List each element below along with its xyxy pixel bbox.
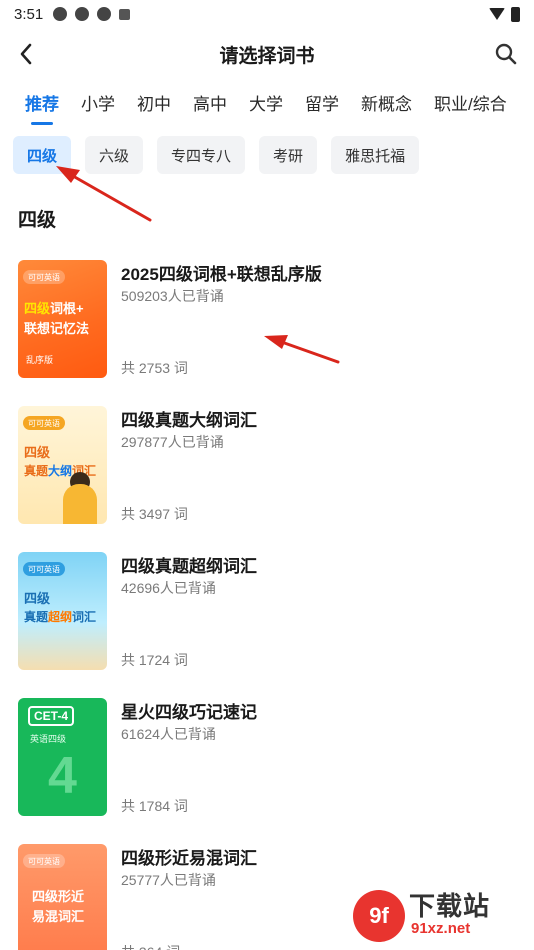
list-item[interactable]: 可可英语 四级 真题大纲词汇 四级真题大纲词汇 297877人已背诵 共 349… — [0, 404, 534, 550]
section-title: 四级 — [18, 210, 57, 231]
book-word-count: 共 1724 词 — [121, 652, 188, 668]
search-button[interactable] — [490, 38, 522, 70]
cover-title-line1: 四级词根+ — [24, 301, 84, 316]
book-name: 四级真题超纲词汇 — [121, 557, 257, 576]
cover-title-line2: 真题超纲词汇 — [24, 610, 97, 624]
site-watermark: 9f 下载站 91xz.net — [353, 886, 528, 946]
tab-senior-high[interactable]: 高中 — [193, 88, 227, 115]
tab-recommended[interactable]: 推荐 — [25, 88, 59, 115]
list-item[interactable]: 可可英语 四级词根+ 联想记忆法 乱序版 2025四级词根+联想乱序版 5092… — [0, 258, 534, 404]
book-cover: 可可英语 四级 真题大纲词汇 — [18, 406, 107, 524]
cover-subtitle: 英语四级 — [30, 735, 67, 745]
book-info: 星火四级巧记速记 61624人已背诵 共 1784 词 — [121, 696, 514, 816]
book-name: 四级真题大纲词汇 — [121, 411, 257, 430]
cover-badge: CET-4 — [28, 706, 75, 726]
list-item[interactable]: CET-4 英语四级 4 星火四级巧记速记 61624人已背诵 共 1784 词 — [0, 696, 534, 842]
book-cover: 可可英语 四级 真题超纲词汇 — [18, 552, 107, 670]
book-learners: 42696人已背诵 — [121, 580, 216, 596]
cover-brand: 可可英语 — [23, 854, 65, 868]
book-name: 四级形近易混词汇 — [121, 849, 257, 868]
book-info: 四级真题超纲词汇 42696人已背诵 共 1724 词 — [121, 550, 514, 670]
cover-brand: 可可英语 — [23, 416, 65, 430]
cover-brand: 可可英语 — [23, 270, 65, 284]
chip-postgrad[interactable]: 考研 — [259, 136, 318, 174]
tab-new-concept[interactable]: 新概念 — [361, 88, 412, 115]
tab-professional[interactable]: 职业/综合 — [434, 88, 507, 115]
wifi-icon — [489, 8, 505, 20]
header: 请选择词书 — [0, 30, 534, 78]
search-icon — [495, 43, 517, 65]
book-cover: 可可英语 四级词根+ 联想记忆法 乱序版 — [18, 260, 107, 378]
book-info: 四级真题大纲词汇 297877人已背诵 共 3497 词 — [121, 404, 514, 524]
page-title: 请选择词书 — [219, 45, 315, 67]
notification-icon — [97, 7, 112, 21]
notification-icon — [119, 8, 131, 20]
book-word-count: 共 3497 词 — [121, 506, 188, 522]
book-cover: CET-4 英语四级 4 — [18, 698, 107, 816]
book-word-count: 共 364 词 — [121, 942, 180, 950]
cover-number: 4 — [48, 747, 77, 805]
cover-illustration — [63, 484, 97, 524]
book-word-count: 共 1784 词 — [121, 798, 188, 814]
back-arrow-icon — [20, 43, 32, 65]
tab-junior-high[interactable]: 初中 — [137, 88, 171, 115]
tab-primary[interactable]: 小学 — [81, 88, 115, 115]
book-info: 2025四级词根+联想乱序版 509203人已背诵 共 2753 词 — [121, 258, 514, 378]
book-learners: 25777人已背诵 — [121, 872, 216, 888]
cover-footer: 乱序版 — [26, 356, 54, 366]
cover-title-line1: 四级 — [24, 445, 51, 460]
chip-cet6[interactable]: 六级 — [85, 136, 144, 174]
cover-title-line2: 联想记忆法 — [24, 321, 90, 336]
status-time: 3:51 — [14, 5, 44, 23]
book-word-count: 共 2753 词 — [121, 360, 188, 376]
category-tabs: 推荐 小学 初中 高中 大学 留学 新概念 职业/综合 — [25, 88, 507, 128]
book-name: 2025四级词根+联想乱序版 — [121, 265, 322, 284]
tab-study-abroad[interactable]: 留学 — [305, 88, 339, 115]
battery-icon — [511, 6, 520, 22]
cover-title-line1: 四级形近 — [32, 889, 85, 904]
chip-ielts-toefl[interactable]: 雅思托福 — [331, 136, 420, 174]
book-list: 可可英语 四级词根+ 联想记忆法 乱序版 2025四级词根+联想乱序版 5092… — [0, 258, 534, 950]
tab-university[interactable]: 大学 — [249, 88, 283, 115]
status-bar: 3:51 — [0, 0, 534, 28]
cover-title-line1: 四级 — [24, 591, 51, 606]
chip-tem[interactable]: 专四专八 — [157, 136, 246, 174]
level-chips: 四级 六级 专四专八 考研 雅思托福 — [13, 136, 420, 174]
chip-cet4[interactable]: 四级 — [13, 136, 72, 174]
back-button[interactable] — [10, 38, 42, 70]
notification-icon — [53, 7, 68, 21]
notification-icon — [75, 7, 90, 21]
cover-title-line2: 易混词汇 — [32, 909, 85, 924]
book-learners: 297877人已背诵 — [121, 434, 224, 450]
book-name: 星火四级巧记速记 — [121, 703, 257, 722]
list-item[interactable]: 可可英语 四级 真题超纲词汇 四级真题超纲词汇 42696人已背诵 共 1724… — [0, 550, 534, 696]
watermark-url: 91xz.net — [411, 920, 471, 937]
book-learners: 509203人已背诵 — [121, 288, 224, 304]
book-learners: 61624人已背诵 — [121, 726, 216, 742]
watermark-logo: 9f — [353, 890, 405, 942]
book-cover: 可可英语 四级形近 易混词汇 — [18, 844, 107, 950]
watermark-text: 下载站 — [409, 891, 491, 921]
cover-brand: 可可英语 — [23, 562, 65, 576]
status-right — [489, 6, 520, 22]
annotation-arrow — [56, 166, 152, 222]
